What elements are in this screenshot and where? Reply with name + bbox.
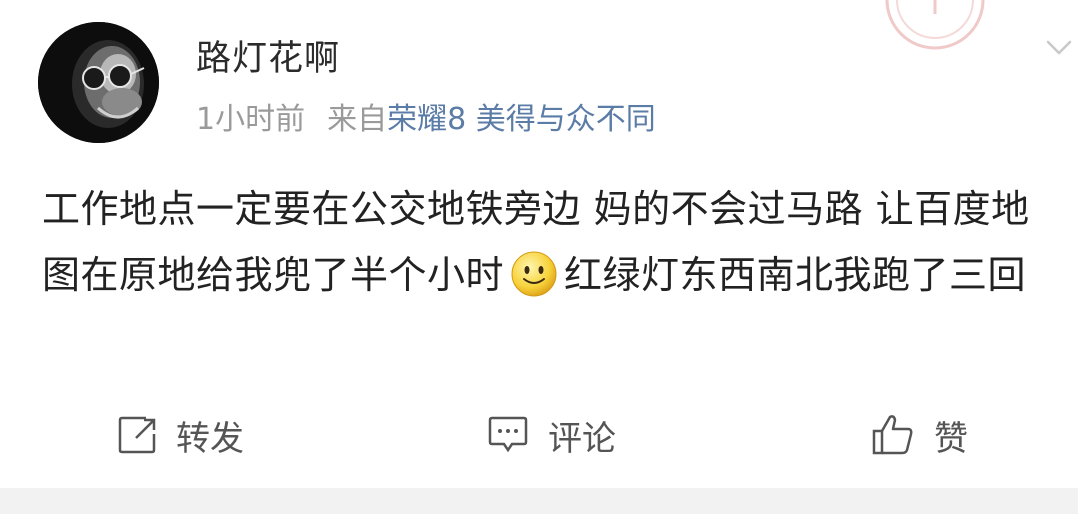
device-link[interactable]: 荣耀8 美得与众不同 [387,102,656,137]
like-icon [872,415,913,455]
comment-label: 评论 [548,418,616,459]
smile-emoji-icon [511,251,557,297]
from-label: 来自 [327,102,388,137]
post-text-part2: 红绿灯东西南北我跑了三回 [564,253,1027,297]
comment-button[interactable]: 评论 [486,400,616,470]
repost-button[interactable]: 转发 [116,400,244,470]
post-meta: 1小时前 来自荣耀8 美得与众不同 [196,94,656,138]
stamp-watermark-icon [885,0,985,50]
post-content: 工作地点一定要在公交地铁旁边 妈的不会过马路 让百度地图在原地给我兜了半个小时 … [42,176,1052,308]
footer-separator [0,488,1078,514]
like-label: 赞 [934,418,968,459]
avatar[interactable] [38,22,159,143]
like-button[interactable]: 赞 [870,400,968,470]
weibo-post: 路灯花啊 1小时前 来自荣耀8 美得与众不同 工作地点一定要在公交地铁旁边 妈的不… [0,0,1078,488]
repost-icon [118,416,156,454]
post-time: 1小时前 [196,102,306,137]
chevron-down-icon[interactable] [1044,36,1074,60]
post-action-bar: 转发 评论 赞 [0,400,1078,470]
comment-icon [488,416,528,453]
username[interactable]: 路灯花啊 [196,30,340,81]
repost-label: 转发 [176,418,244,459]
